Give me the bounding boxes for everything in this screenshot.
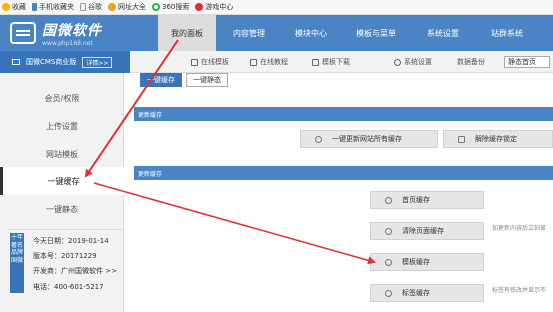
arrow-to-my-panel	[84, 39, 179, 178]
annotation-arrows	[84, 39, 376, 265]
arrow-to-template-cache	[93, 182, 376, 265]
